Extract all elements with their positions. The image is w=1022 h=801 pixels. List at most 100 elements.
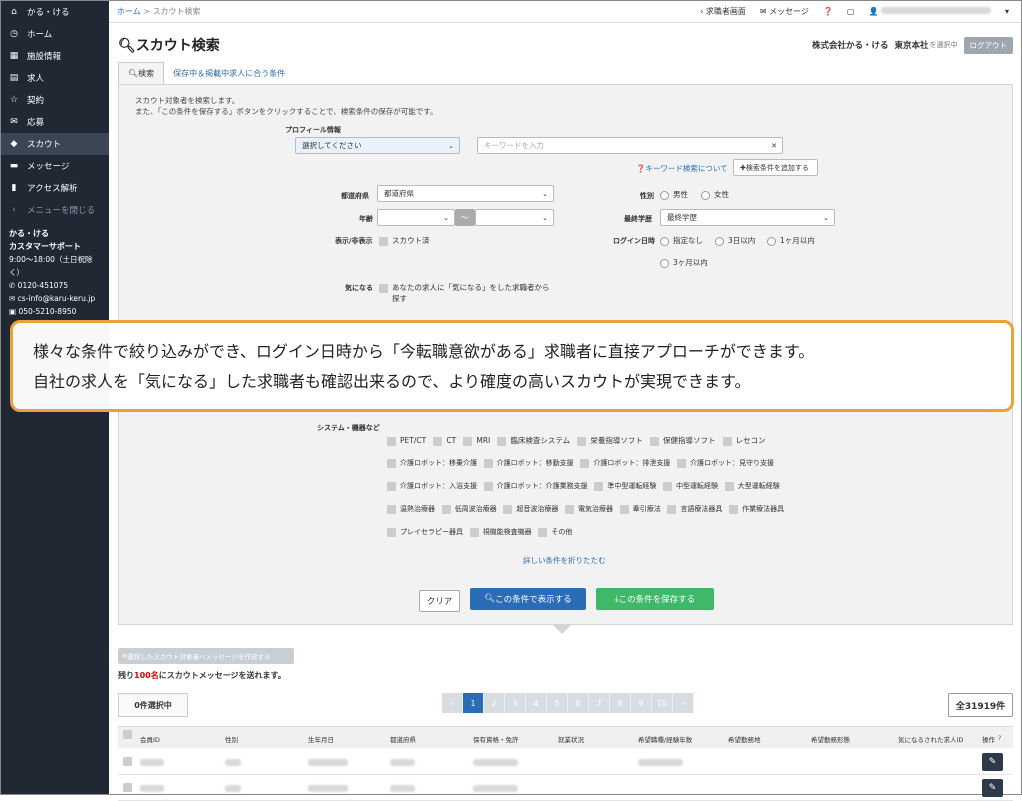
- sidebar-item-analytics[interactable]: ▮ アクセス解析: [1, 177, 109, 199]
- interest-checkbox[interactable]: あなたの求人に「気になる」をした求職者から 探す: [379, 282, 550, 304]
- sidebar-brand[interactable]: ⌂ かる・ける: [1, 1, 109, 23]
- clear-button[interactable]: クリア: [419, 590, 460, 612]
- login-3days-radio[interactable]: 3日以内: [715, 235, 755, 246]
- equipment-item[interactable]: 超音波治療器: [503, 504, 558, 514]
- equipment-item[interactable]: 介護ロボット：移動支援: [483, 458, 574, 468]
- send-scout-message-button[interactable]: ✉ 選択したスカウト対象者へメッセージを作成する: [118, 648, 294, 664]
- support-email[interactable]: ✉ cs-info@karu-keru.jp: [9, 292, 101, 305]
- equipment-item[interactable]: 介護ロボット：見守り支援: [677, 458, 774, 468]
- equipment-item[interactable]: 介護ロボット：排泄支援: [580, 458, 670, 468]
- equipment-label: 準中型運転経験: [607, 482, 657, 490]
- equipment-label: 大型運転経験: [737, 482, 780, 490]
- equipment-item[interactable]: その他: [538, 527, 572, 537]
- gender-female-radio[interactable]: 女性: [701, 189, 729, 200]
- page-2[interactable]: 2: [484, 693, 505, 713]
- equipment-item[interactable]: 作業療法器具: [729, 504, 784, 514]
- interest-label: 気になる: [345, 284, 373, 292]
- equipment-item[interactable]: MRI: [463, 436, 490, 446]
- scouted-checkbox[interactable]: スカウト済: [379, 235, 430, 246]
- sidebar-item-jobs[interactable]: ▤ 求人: [1, 67, 109, 89]
- page-5[interactable]: 5: [547, 693, 568, 713]
- equipment-item[interactable]: 臨床検査システム: [497, 436, 571, 446]
- equipment-item[interactable]: 温熱治療器: [387, 504, 435, 514]
- jobseeker-screen-link[interactable]: › 求職者画面: [700, 6, 746, 17]
- login-any-radio[interactable]: 指定なし: [660, 235, 703, 246]
- equipment-item[interactable]: プレイセラピー器具: [387, 527, 463, 537]
- equipment-label: 低周波治療器: [454, 505, 497, 513]
- logout-button[interactable]: ログアウト: [963, 36, 1013, 54]
- login-1month-radio[interactable]: 1ヶ月以内: [767, 235, 815, 246]
- gender-male-radio[interactable]: 男性: [660, 189, 688, 200]
- equipment-item[interactable]: 介護ロボット：入浴支援: [387, 481, 477, 491]
- page-6[interactable]: 6: [568, 693, 589, 713]
- page-next[interactable]: ›: [673, 693, 694, 713]
- account-info: 株式会社かる・ける 東京本社 を選択中 ログアウト: [812, 36, 1013, 54]
- equipment-item[interactable]: 中型運転経験: [663, 481, 718, 491]
- collapse-conditions-link[interactable]: 詳しい条件を折りたたむ: [523, 555, 606, 566]
- select-all-checkbox[interactable]: [123, 730, 132, 739]
- sidebar-item-messages[interactable]: ▬ メッセージ: [1, 155, 109, 177]
- sidebar-item-facility[interactable]: ▦ 施設情報: [1, 45, 109, 67]
- equipment-item[interactable]: 大型運転経験: [724, 481, 780, 491]
- page-7[interactable]: 7: [589, 693, 610, 713]
- tab-search[interactable]: 🔍︎ 検索: [118, 62, 165, 84]
- equipment-item[interactable]: PET/CT: [387, 436, 426, 446]
- equipment-item[interactable]: 準中型運転経験: [594, 481, 657, 491]
- table-row[interactable]: ✎: [118, 775, 1013, 801]
- page-prev[interactable]: ‹: [442, 693, 463, 713]
- message-link[interactable]: ✉ メッセージ: [760, 6, 809, 17]
- equipment-item[interactable]: 視機能検査機器: [469, 527, 532, 537]
- login-3months-radio[interactable]: 3ヶ月以内: [660, 257, 708, 268]
- clear-icon[interactable]: ✕: [771, 142, 777, 150]
- sidebar-item-scout[interactable]: ◆ スカウト: [1, 133, 109, 155]
- row-checkbox[interactable]: [123, 783, 132, 792]
- edit-button[interactable]: ✎: [982, 753, 1003, 771]
- help-icon[interactable]: ❓: [823, 7, 833, 16]
- equipment-label: 臨床検査システム: [510, 436, 571, 445]
- prefecture-select[interactable]: 都道府県 ⌄: [377, 185, 554, 202]
- add-condition-button[interactable]: ✚ 検索条件を追加する: [733, 159, 818, 176]
- age-max-select[interactable]: ⌄: [475, 209, 554, 226]
- row-checkbox[interactable]: [123, 757, 132, 766]
- equipment-item[interactable]: 栄養指導ソフト: [577, 436, 643, 446]
- sidebar-item-applications[interactable]: ✉ 応募: [1, 111, 109, 133]
- sidebar-item-home[interactable]: ◷ ホーム: [1, 23, 109, 45]
- page-3[interactable]: 3: [505, 693, 526, 713]
- col-qualifications: 保有資格・免許: [473, 736, 519, 744]
- edit-button[interactable]: ✎: [982, 779, 1003, 797]
- age-min-select[interactable]: ⌄: [377, 209, 455, 226]
- total-count: 全31919件: [948, 693, 1013, 717]
- equipment-item[interactable]: 電気治療器: [565, 504, 613, 514]
- education-select[interactable]: 最終学歴 ⌄: [660, 209, 835, 226]
- page-9[interactable]: 9: [631, 693, 652, 713]
- equipment-item[interactable]: 介護ロボット：介護業務支援: [483, 481, 588, 491]
- equipment-item[interactable]: 介護ロボット：移乗介護: [387, 458, 477, 468]
- keyword-help-link[interactable]: ❓キーワード検索について: [636, 163, 728, 174]
- user-menu-caret[interactable]: ▾: [1005, 7, 1009, 16]
- keyword-input[interactable]: キーワードを入力 ✕: [477, 137, 783, 154]
- save-conditions-button[interactable]: ⤓ この条件を保存する: [596, 588, 714, 610]
- user-menu[interactable]: 👤: [868, 7, 991, 16]
- table-row[interactable]: ✎: [118, 749, 1013, 775]
- equipment-item[interactable]: CT: [433, 436, 456, 446]
- close-menu-button[interactable]: ‹ メニューを閉じる: [1, 199, 109, 221]
- question-icon[interactable]: ?: [998, 734, 1001, 742]
- equipment-item[interactable]: 低周波治療器: [441, 504, 497, 514]
- show-results-button[interactable]: 🔍︎ この条件で表示する: [470, 588, 586, 610]
- equipment-item[interactable]: 保健指導ソフト: [650, 436, 716, 446]
- equipment-item[interactable]: 牽引療法: [619, 504, 661, 514]
- page-10[interactable]: 10: [652, 693, 673, 713]
- book-icon[interactable]: ▢: [847, 7, 855, 16]
- page-8[interactable]: 8: [610, 693, 631, 713]
- add-condition-label: 検索条件を追加する: [745, 163, 809, 172]
- sidebar-item-contract[interactable]: ☆ 契約: [1, 89, 109, 111]
- breadcrumb-home[interactable]: ホーム: [117, 7, 141, 16]
- page-4[interactable]: 4: [526, 693, 547, 713]
- checkbox: [650, 436, 659, 446]
- equipment-item[interactable]: 言語療法器具: [667, 504, 722, 514]
- tab-saved-conditions[interactable]: 保存中＆掲載中求人に合う条件: [164, 62, 294, 84]
- login-option-label: 指定なし: [673, 236, 703, 245]
- profile-select[interactable]: 選択してください ⌄: [295, 137, 460, 154]
- page-1[interactable]: 1: [463, 693, 484, 713]
- equipment-item[interactable]: レセコン: [722, 436, 766, 446]
